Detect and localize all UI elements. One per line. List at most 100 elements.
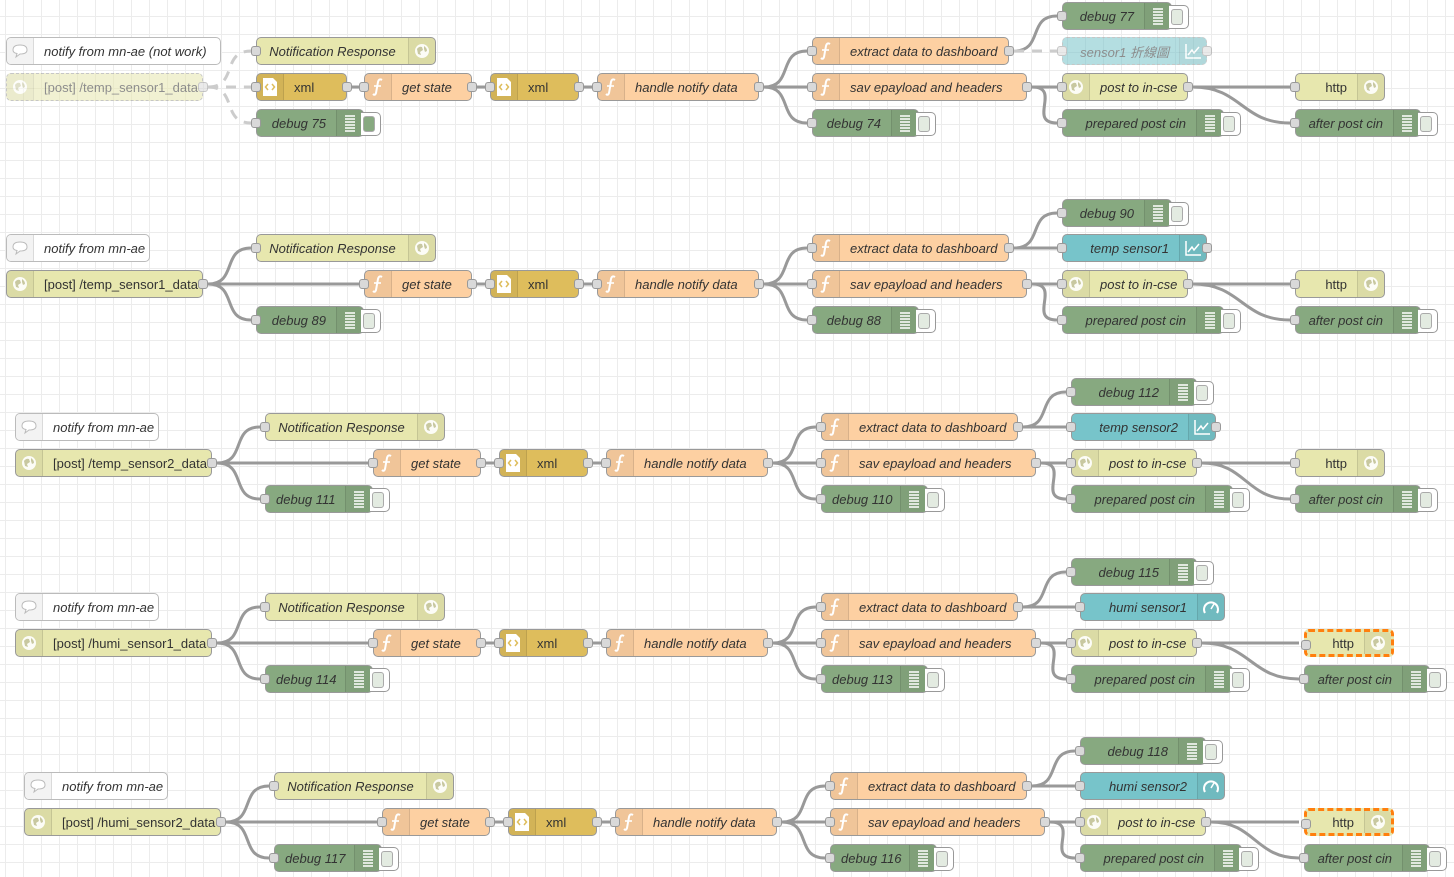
wire[interactable] <box>763 246 808 286</box>
wire[interactable] <box>216 461 261 501</box>
output-port[interactable] <box>1211 422 1221 432</box>
input-port[interactable] <box>1299 674 1309 684</box>
output-port[interactable] <box>207 458 217 468</box>
function-node-get-state[interactable]: get state <box>359 270 477 298</box>
debug-toggle-button[interactable] <box>1239 847 1259 871</box>
function-node-extract[interactable]: extract data to dashboard <box>825 772 1032 800</box>
wire[interactable] <box>216 605 261 645</box>
input-port[interactable] <box>1301 819 1311 829</box>
http-response-node[interactable]: http <box>1290 449 1385 477</box>
function-node-handle-notify[interactable]: handle notify data <box>601 449 773 477</box>
output-port[interactable] <box>1192 638 1202 648</box>
output-port[interactable] <box>583 638 593 648</box>
wire[interactable] <box>225 784 270 824</box>
debug-node[interactable]: prepared post cin <box>1075 844 1259 872</box>
http-request-node[interactable]: post to in-cse <box>1066 629 1202 657</box>
input-port[interactable] <box>1057 82 1067 92</box>
output-port[interactable] <box>1202 46 1212 56</box>
output-port[interactable] <box>754 279 764 289</box>
debug-node[interactable]: prepared post cin <box>1066 485 1250 513</box>
debug-toggle-button[interactable] <box>1230 668 1250 692</box>
output-port[interactable] <box>1022 82 1032 92</box>
debug-node[interactable]: debug 110 <box>816 485 945 513</box>
output-port[interactable] <box>763 458 773 468</box>
wire[interactable] <box>772 605 817 645</box>
input-port[interactable] <box>807 243 817 253</box>
xml-node[interactable]: xml <box>485 73 584 101</box>
input-port[interactable] <box>1299 853 1309 863</box>
http-response-node[interactable]: Notification Response <box>260 593 445 621</box>
input-port[interactable] <box>1057 243 1067 253</box>
debug-toggle-button[interactable] <box>1221 112 1241 136</box>
comment-node[interactable]: notify from mn-ae <box>6 234 150 262</box>
input-port[interactable] <box>807 279 817 289</box>
wire[interactable] <box>225 820 270 860</box>
debug-toggle-button[interactable] <box>934 847 954 871</box>
function-node-save-payload[interactable]: sav epayload and headers <box>807 73 1032 101</box>
output-port[interactable] <box>207 638 217 648</box>
debug-node[interactable]: debug 74 <box>807 109 936 137</box>
debug-node[interactable]: prepared post cin <box>1066 665 1250 693</box>
input-port[interactable] <box>816 422 826 432</box>
debug-node[interactable]: debug 90 <box>1057 199 1189 227</box>
input-port[interactable] <box>1066 494 1076 504</box>
debug-toggle-button[interactable] <box>361 309 381 333</box>
debug-toggle-button[interactable] <box>1203 740 1223 764</box>
input-port[interactable] <box>260 674 270 684</box>
input-port[interactable] <box>1075 746 1085 756</box>
wire[interactable] <box>1031 749 1076 788</box>
debug-toggle-button[interactable] <box>379 847 399 871</box>
wire[interactable] <box>763 49 808 89</box>
output-port[interactable] <box>592 817 602 827</box>
wire[interactable] <box>772 425 817 465</box>
output-port[interactable] <box>754 82 764 92</box>
output-port[interactable] <box>1013 422 1023 432</box>
function-node-get-state[interactable]: get state <box>377 808 495 836</box>
http-in-node[interactable]: [post] /temp_sensor2_data <box>15 449 217 477</box>
comment-node[interactable]: notify from mn-ae <box>24 772 168 800</box>
function-node-handle-notify[interactable]: handle notify data <box>610 808 782 836</box>
input-port[interactable] <box>807 46 817 56</box>
wire[interactable] <box>1040 461 1067 501</box>
input-port[interactable] <box>359 82 369 92</box>
input-port[interactable] <box>368 638 378 648</box>
output-port[interactable] <box>467 279 477 289</box>
dashboard-node[interactable]: temp sensor2 <box>1066 413 1221 441</box>
wire[interactable] <box>216 641 261 681</box>
input-port[interactable] <box>1057 11 1067 21</box>
function-node-handle-notify[interactable]: handle notify data <box>592 73 764 101</box>
debug-node[interactable]: debug 111 <box>260 485 390 513</box>
function-node-save-payload[interactable]: sav epayload and headers <box>816 629 1041 657</box>
debug-node[interactable]: debug 117 <box>269 844 399 872</box>
input-port[interactable] <box>485 82 495 92</box>
wire[interactable] <box>781 784 826 824</box>
function-node-extract[interactable]: extract data to dashboard <box>807 234 1014 262</box>
input-port[interactable] <box>251 46 261 56</box>
input-port[interactable] <box>807 315 817 325</box>
debug-toggle-button[interactable] <box>1418 112 1438 136</box>
function-node-handle-notify[interactable]: handle notify data <box>601 629 773 657</box>
comment-node[interactable]: notify from mn-ae <box>15 413 159 441</box>
wire[interactable] <box>1013 211 1058 250</box>
http-response-node[interactable]: Notification Response <box>251 37 436 65</box>
input-port[interactable] <box>1066 674 1076 684</box>
http-response-node[interactable]: http <box>1290 73 1385 101</box>
http-request-node[interactable]: post to in-cse <box>1066 449 1202 477</box>
debug-node[interactable]: debug 114 <box>260 665 390 693</box>
input-port[interactable] <box>601 458 611 468</box>
output-port[interactable] <box>1183 82 1193 92</box>
input-port[interactable] <box>251 82 261 92</box>
debug-node[interactable]: after post cin <box>1290 306 1438 334</box>
input-port[interactable] <box>610 817 620 827</box>
output-port[interactable] <box>476 638 486 648</box>
debug-toggle-button[interactable] <box>1194 561 1214 585</box>
input-port[interactable] <box>1066 387 1076 397</box>
input-port[interactable] <box>1066 638 1076 648</box>
function-node-save-payload[interactable]: sav epayload and headers <box>825 808 1050 836</box>
http-in-node[interactable]: [post] /humi_sensor2_data <box>24 808 226 836</box>
input-port[interactable] <box>825 817 835 827</box>
output-port[interactable] <box>216 817 226 827</box>
input-port[interactable] <box>1066 458 1076 468</box>
debug-toggle-button[interactable] <box>361 112 381 136</box>
http-in-node[interactable]: [post] /temp_sensor1_data <box>6 270 208 298</box>
